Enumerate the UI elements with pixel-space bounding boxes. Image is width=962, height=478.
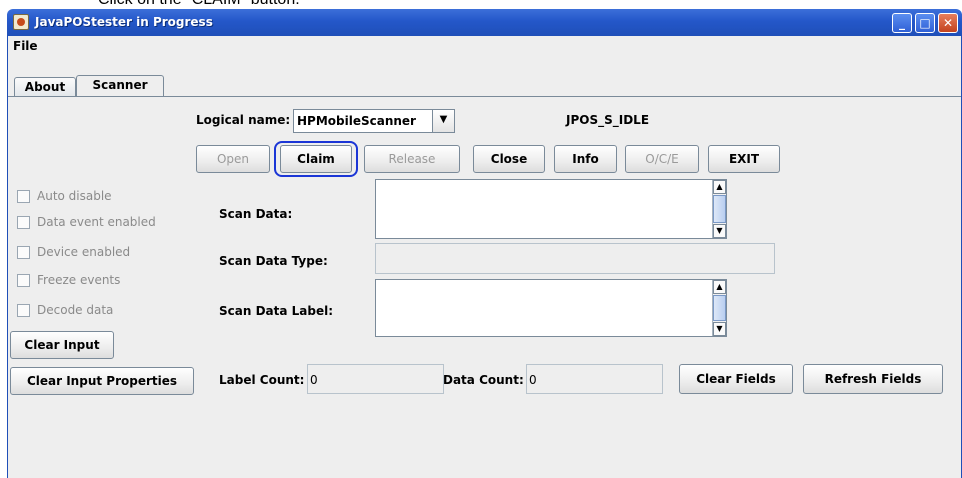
close-button[interactable]: Close bbox=[473, 145, 545, 173]
clear-fields-button[interactable]: Clear Fields bbox=[679, 364, 793, 394]
clear-input-button[interactable]: Clear Input bbox=[10, 331, 114, 359]
tab-scanner[interactable]: Scanner bbox=[76, 75, 164, 97]
scan-data-type-field bbox=[375, 243, 775, 274]
device-enabled-checkbox[interactable]: Device enabled bbox=[17, 245, 187, 261]
scan-data-type-label: Scan Data Type: bbox=[219, 254, 328, 268]
logical-name-combo[interactable]: HPMobileScanner ▼ bbox=[293, 109, 455, 133]
scan-data-label-textarea[interactable]: ▲ ▼ bbox=[375, 279, 727, 337]
auto-disable-label: Auto disable bbox=[37, 189, 112, 203]
data-event-enabled-box[interactable] bbox=[17, 216, 30, 229]
scan-data-label-label: Scan Data Label: bbox=[219, 304, 334, 318]
minimize-button[interactable]: _ bbox=[892, 13, 912, 33]
freeze-events-label: Freeze events bbox=[37, 273, 121, 287]
scan-data-label-scrollbar[interactable]: ▲ ▼ bbox=[712, 280, 726, 336]
data-count-value: 0 bbox=[529, 373, 537, 387]
data-event-enabled-label: Data event enabled bbox=[37, 215, 156, 229]
logical-name-value: HPMobileScanner bbox=[297, 114, 416, 128]
info-button[interactable]: Info bbox=[554, 145, 617, 173]
app-window: File About Scanner Logical name: HPMobil… bbox=[7, 36, 962, 478]
scroll-thumb[interactable] bbox=[713, 295, 726, 321]
freeze-events-checkbox[interactable]: Freeze events bbox=[17, 273, 187, 289]
oce-button[interactable]: O/C/E bbox=[625, 145, 699, 173]
decode-data-checkbox[interactable]: Decode data bbox=[17, 303, 187, 319]
refresh-fields-button[interactable]: Refresh Fields bbox=[803, 364, 943, 394]
maximize-icon: □ bbox=[919, 16, 931, 30]
scan-data-textarea[interactable]: ▲ ▼ bbox=[375, 179, 727, 239]
label-count-field: 0 bbox=[307, 364, 444, 394]
close-window-button[interactable]: ✕ bbox=[938, 13, 958, 33]
minimize-icon: _ bbox=[899, 16, 905, 30]
device-enabled-label: Device enabled bbox=[37, 245, 131, 259]
claim-button[interactable]: Claim bbox=[280, 145, 352, 173]
chevron-down-icon[interactable]: ▼ bbox=[432, 110, 454, 132]
data-count-field: 0 bbox=[526, 364, 663, 394]
scan-data-label: Scan Data: bbox=[219, 207, 293, 221]
data-count-label: Data Count: bbox=[443, 373, 524, 387]
device-enabled-box[interactable] bbox=[17, 246, 30, 259]
maximize-button[interactable]: □ bbox=[915, 13, 935, 33]
logical-name-label: Logical name: bbox=[196, 113, 291, 127]
title-bar[interactable]: JavaPOStester in Progress _ □ ✕ bbox=[7, 9, 962, 36]
scanner-panel: Logical name: HPMobileScanner ▼ JPOS_S_I… bbox=[8, 96, 961, 478]
exit-button[interactable]: EXIT bbox=[708, 145, 780, 173]
scroll-thumb[interactable] bbox=[713, 195, 726, 223]
menu-file[interactable]: File bbox=[13, 39, 38, 53]
data-event-enabled-checkbox[interactable]: Data event enabled bbox=[17, 215, 187, 231]
scroll-down-icon[interactable]: ▼ bbox=[713, 322, 726, 336]
device-state: JPOS_S_IDLE bbox=[566, 113, 650, 127]
release-button[interactable]: Release bbox=[364, 145, 460, 173]
label-count-value: 0 bbox=[310, 373, 318, 387]
clear-input-properties-button[interactable]: Clear Input Properties bbox=[10, 367, 194, 395]
java-icon bbox=[13, 14, 29, 30]
freeze-events-box[interactable] bbox=[17, 274, 30, 287]
window-title: JavaPOStester in Progress bbox=[35, 15, 213, 29]
close-icon: ✕ bbox=[942, 16, 954, 30]
menu-bar: File bbox=[8, 36, 961, 56]
tab-about[interactable]: About bbox=[14, 77, 76, 97]
scroll-up-icon[interactable]: ▲ bbox=[713, 180, 726, 194]
scroll-up-icon[interactable]: ▲ bbox=[713, 280, 726, 294]
decode-data-box[interactable] bbox=[17, 304, 30, 317]
decode-data-label: Decode data bbox=[37, 303, 114, 317]
scroll-down-icon[interactable]: ▼ bbox=[713, 224, 726, 238]
auto-disable-box[interactable] bbox=[17, 190, 30, 203]
auto-disable-checkbox[interactable]: Auto disable bbox=[17, 189, 187, 205]
open-button[interactable]: Open bbox=[196, 145, 270, 173]
instruction-caption: Click on the "CLAIM" button. bbox=[98, 0, 300, 9]
label-count-label: Label Count: bbox=[219, 373, 305, 387]
scan-data-scrollbar[interactable]: ▲ ▼ bbox=[712, 180, 726, 238]
